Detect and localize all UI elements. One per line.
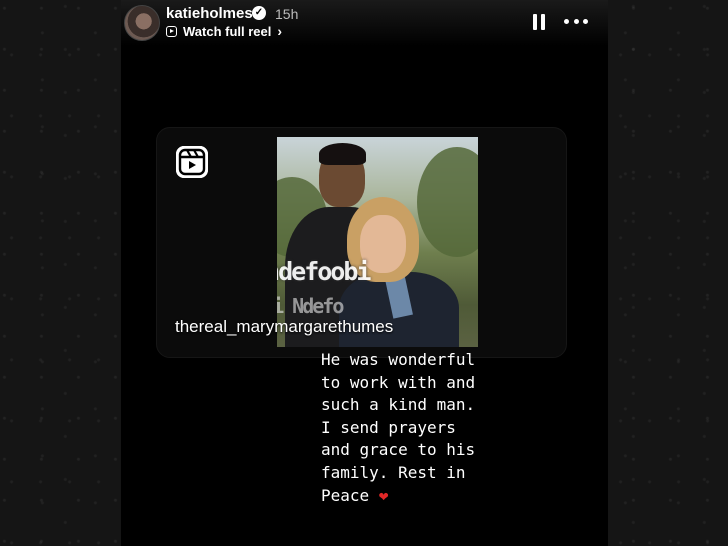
instagram-story: katieholmes ✓ 15h Watch full reel › defo… (121, 0, 608, 546)
man-hair (319, 143, 366, 165)
pause-button[interactable] (532, 14, 546, 30)
reel-author-username[interactable]: thereal_marymargarethumes (175, 317, 393, 337)
chevron-right-icon: › (277, 23, 283, 39)
username[interactable]: katieholmes (166, 5, 253, 22)
reel-icon (176, 146, 208, 178)
heart-emoji: ❤ (378, 485, 389, 505)
watch-full-reel-link[interactable]: Watch full reel › (166, 24, 282, 39)
tree-shape (417, 147, 478, 257)
avatar[interactable] (124, 5, 160, 41)
watermark-name: Obi Ndefo (277, 294, 344, 318)
more-icon-dot (583, 18, 588, 24)
more-icon-dot (573, 18, 579, 24)
story-caption: He was wonderful to work with and such a… (321, 349, 531, 507)
checkmark-badge-icon: ✓ (252, 6, 266, 20)
caption-text: He was wonderful to work with and such a… (321, 350, 476, 505)
story-timestamp: 15h (275, 6, 299, 22)
shared-reel-card[interactable]: @ndefoobi Obi Ndefo thereal_marymargaret… (156, 127, 567, 358)
watermark-handle: @ndefoobi (277, 257, 371, 286)
watch-full-reel-label: Watch full reel (183, 24, 272, 39)
pause-icon-bar (541, 14, 545, 30)
more-icon-dot (564, 18, 569, 24)
story-header: katieholmes ✓ 15h Watch full reel › (121, 0, 608, 46)
pause-icon-bar (533, 14, 537, 30)
reel-thumbnail-photo[interactable]: @ndefoobi Obi Ndefo (277, 137, 478, 347)
more-options-button[interactable] (564, 10, 588, 32)
reel-icon (166, 26, 177, 37)
